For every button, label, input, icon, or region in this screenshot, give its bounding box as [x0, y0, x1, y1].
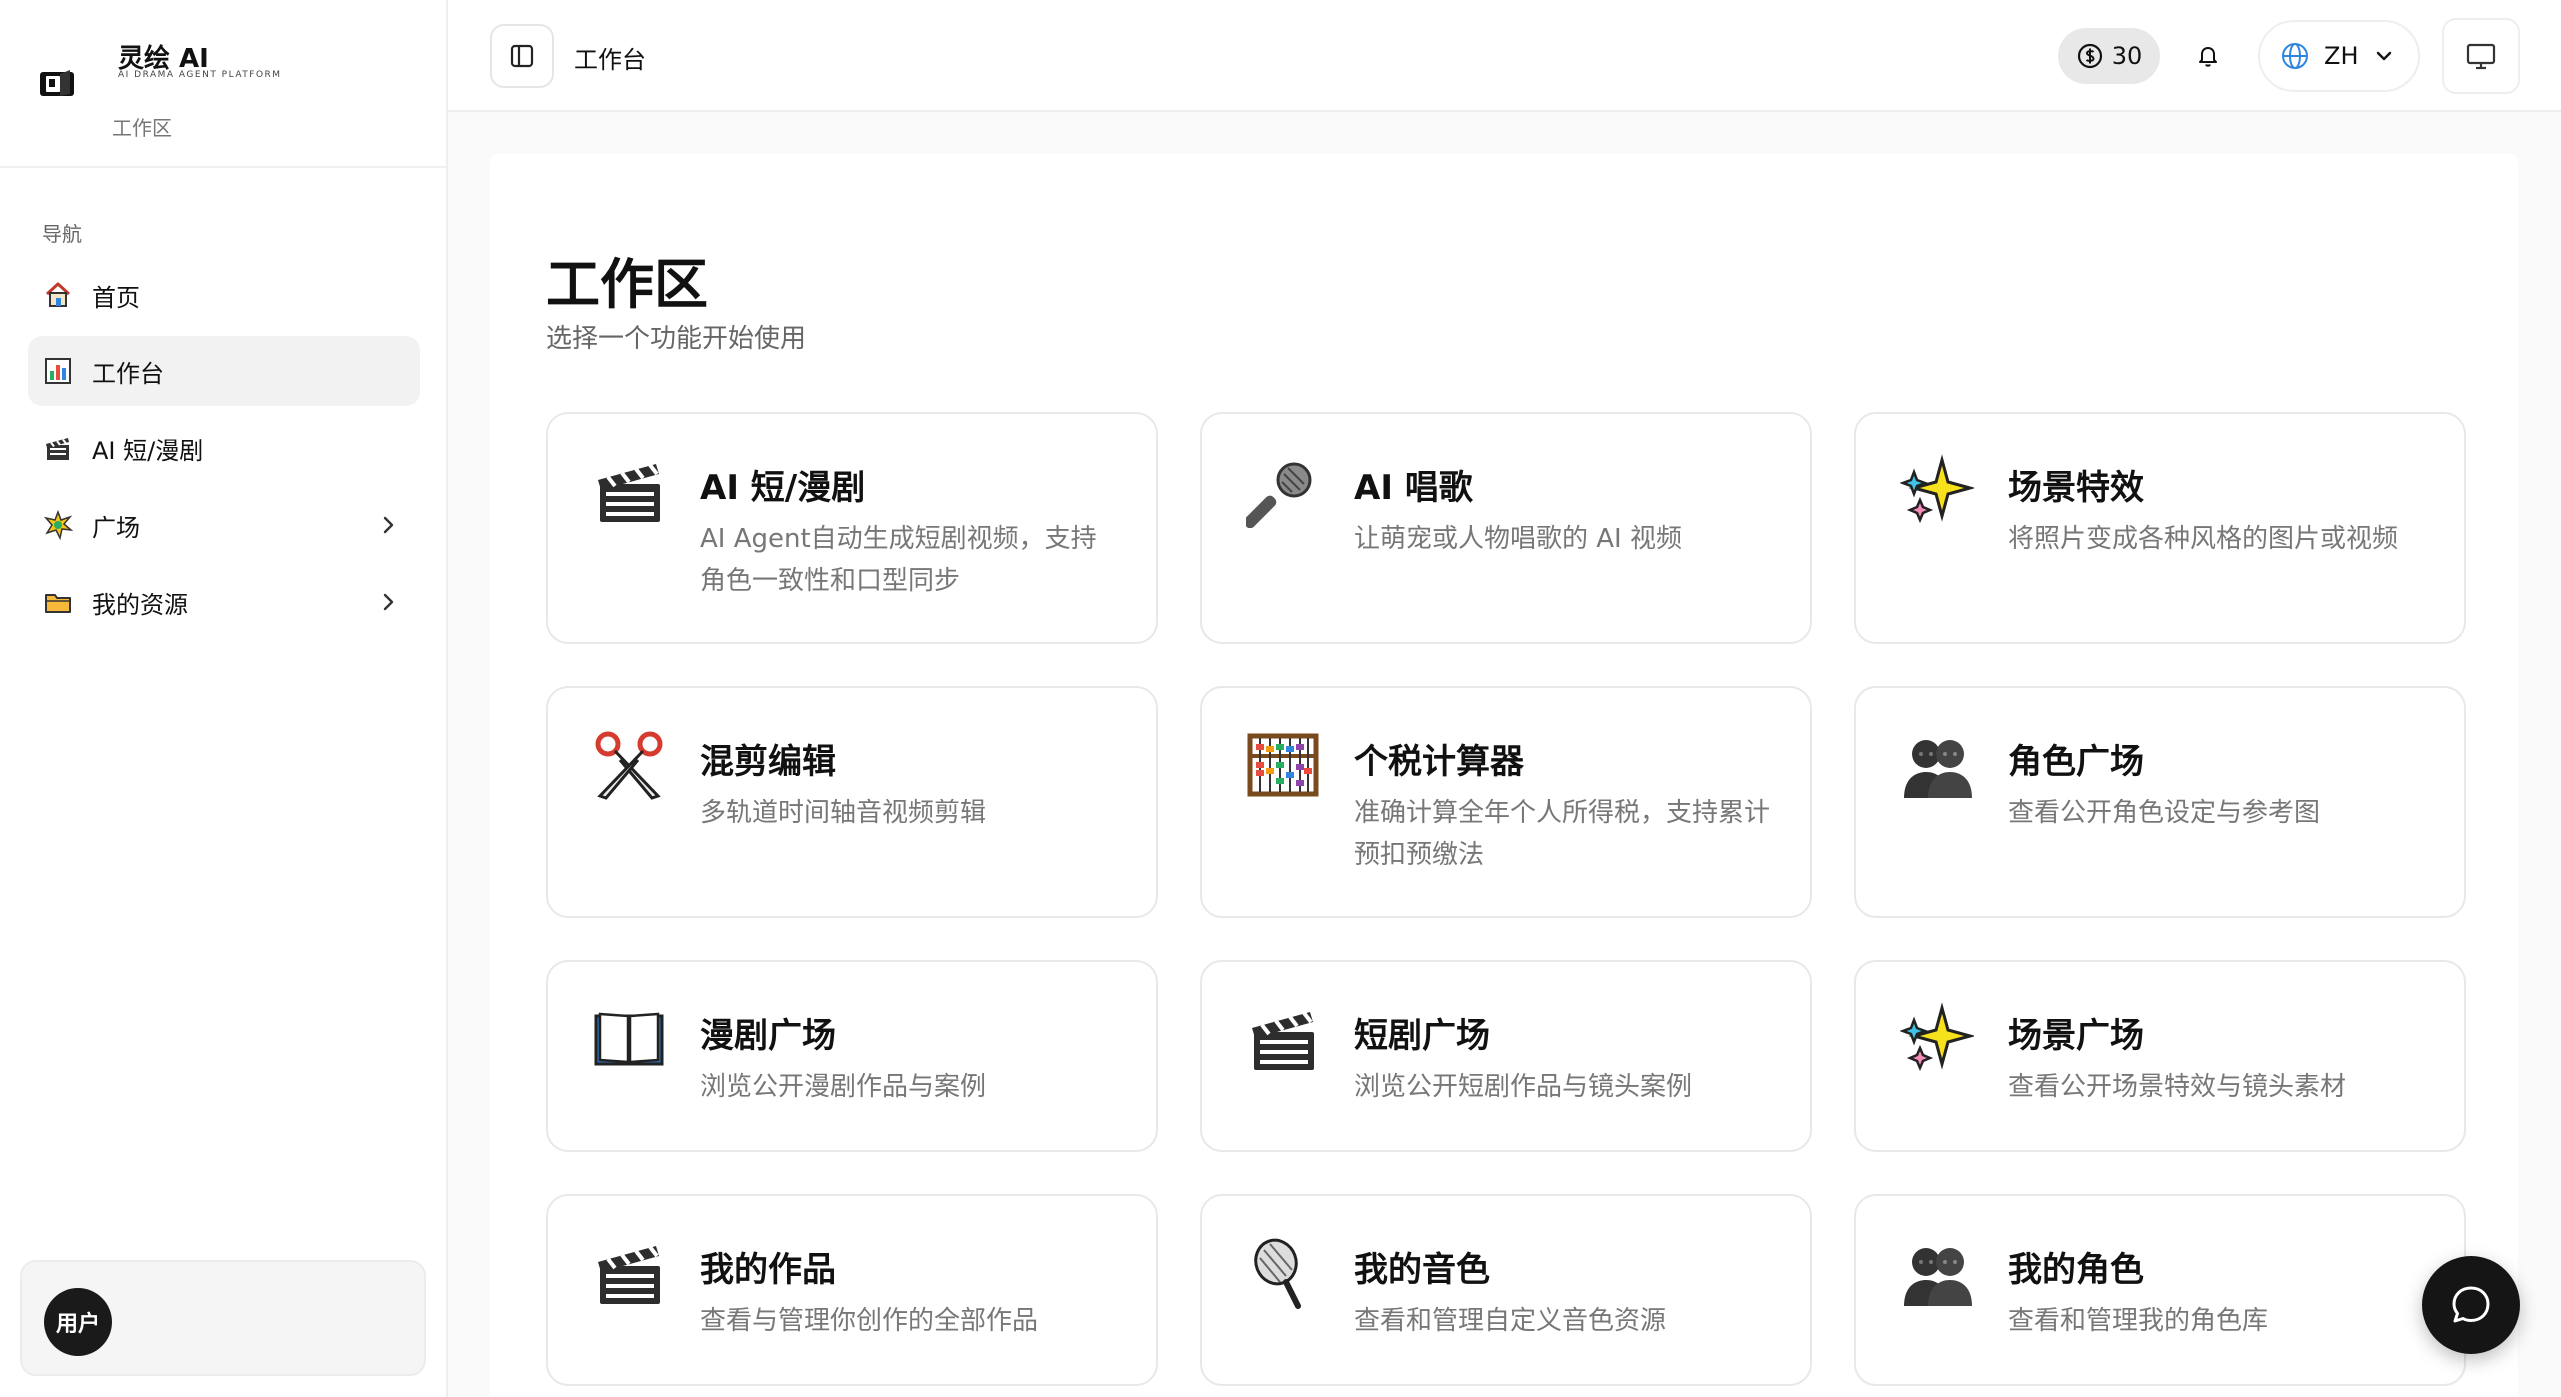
- house-icon: [42, 279, 74, 311]
- card-ai-drama[interactable]: AI 短/漫剧 AI Agent自动生成短剧视频，支持角色一致性和口型同步: [546, 412, 1158, 644]
- card-title: 我的角色: [2008, 1250, 2144, 1290]
- sparkle-burst-icon: [42, 509, 74, 541]
- card-description: 浏览公开短剧作品与镜头案例: [1354, 1072, 1693, 1102]
- card-title: 场景特效: [2008, 468, 2144, 508]
- card-comic-plaza[interactable]: 漫剧广场 浏览公开漫剧作品与案例: [546, 960, 1158, 1152]
- card-title: 漫剧广场: [700, 1016, 836, 1056]
- breadcrumb: 工作台: [574, 46, 646, 74]
- brand-tagline: AI DRAMA AGENT PLATFORM: [118, 70, 282, 80]
- coin-icon: [2077, 43, 2102, 69]
- card-title: 短剧广场: [1354, 1016, 1490, 1056]
- chevron-right-icon: [383, 593, 394, 611]
- studio-mic-icon: [1254, 1238, 1301, 1309]
- card-description: 查看和管理我的角色库: [2008, 1306, 2269, 1336]
- card-title: 我的作品: [700, 1250, 836, 1290]
- book-icon: [594, 1012, 664, 1066]
- card-tax-calculator[interactable]: 个税计算器 准确计算全年个人所得税，支持累计预扣预缴法: [1200, 686, 1812, 918]
- card-description: 让萌宠或人物唱歌的 AI 视频: [1354, 524, 1682, 554]
- sparkles-icon: [1900, 454, 1974, 524]
- nav-heading: 导航: [42, 222, 82, 246]
- card-description: 将照片变成各种风格的图片或视频: [2008, 524, 2399, 554]
- panel-left-icon: [510, 44, 534, 68]
- card-title: AI 短/漫剧: [700, 468, 866, 508]
- clapper-icon: [1252, 1011, 1314, 1070]
- people-icon: [1904, 740, 1972, 798]
- card-title: 场景广场: [2008, 1016, 2144, 1056]
- display-mode-button[interactable]: [2442, 18, 2520, 94]
- clapper-icon: [42, 432, 74, 464]
- sidebar-item-label: 我的资源: [92, 590, 188, 619]
- topbar: 工作台 30 ZH: [448, 0, 2561, 112]
- logo-icon: [40, 70, 74, 96]
- card-description: 查看公开角色设定与参考图: [2008, 798, 2321, 828]
- avatar[interactable]: 用户: [44, 1288, 112, 1356]
- card-short-drama-plaza[interactable]: 短剧广场 浏览公开短剧作品与镜头案例: [1200, 960, 1812, 1152]
- page-title: 工作区: [546, 253, 708, 316]
- globe-icon: [2282, 43, 2308, 69]
- sidebar-item-home[interactable]: 首页: [28, 260, 420, 330]
- card-title: 个税计算器: [1354, 742, 1524, 782]
- page-subtitle: 选择一个功能开始使用: [546, 324, 807, 354]
- sidebar-item-dashboard[interactable]: 工作台: [28, 336, 420, 406]
- sidebar-item-plaza[interactable]: 广场: [28, 490, 420, 560]
- user-card[interactable]: 用户: [20, 1260, 426, 1376]
- clapper-icon: [598, 1245, 660, 1304]
- people-icon: [1904, 1248, 1972, 1306]
- sidebar-item-label: 首页: [92, 283, 140, 312]
- abacus-icon: [1247, 733, 1319, 797]
- sidebar-item-label: 工作台: [92, 359, 164, 388]
- sidebar-item-ai-drama[interactable]: AI 短/漫剧: [28, 413, 420, 483]
- card-description: 查看公开场景特效与镜头素材: [2008, 1072, 2347, 1102]
- chat-button[interactable]: [2422, 1256, 2520, 1354]
- card-title: 混剪编辑: [700, 742, 836, 782]
- folder-icon: [42, 586, 74, 618]
- card-description: 准确计算全年个人所得税，支持累计预扣预缴法: [1354, 798, 1771, 870]
- card-title: 角色广场: [2008, 742, 2144, 782]
- clapper-icon: [598, 463, 660, 522]
- workspace-label: 工作区: [112, 116, 172, 140]
- sidebar-item-label: AI 短/漫剧: [92, 436, 204, 465]
- chevron-down-icon: [2376, 51, 2391, 61]
- monitor-icon: [2466, 43, 2496, 70]
- brand-header: 灵绘 AI AI DRAMA AGENT PLATFORM 工作区: [0, 0, 446, 168]
- card-my-characters[interactable]: 我的角色 查看和管理我的角色库: [1854, 1194, 2466, 1386]
- workspace-panel: 工作区 选择一个功能开始使用 AI 短/漫剧 AI Agent自动生成短剧视频，…: [490, 154, 2518, 1397]
- sidebar-item-label: 广场: [92, 513, 140, 542]
- sparkles-icon: [1900, 1002, 1974, 1072]
- language-selector[interactable]: ZH: [2258, 20, 2420, 92]
- card-title: 我的音色: [1354, 1250, 1490, 1290]
- credits-badge[interactable]: 30: [2058, 28, 2160, 84]
- card-mix-edit[interactable]: 混剪编辑 多轨道时间轴音视频剪辑: [546, 686, 1158, 918]
- card-scene-plaza[interactable]: 场景广场 查看公开场景特效与镜头素材: [1854, 960, 2466, 1152]
- scissors-icon: [595, 731, 663, 800]
- card-character-plaza[interactable]: 角色广场 查看公开角色设定与参考图: [1854, 686, 2466, 918]
- card-description: 浏览公开漫剧作品与案例: [700, 1072, 987, 1102]
- bar-chart-icon: [42, 355, 74, 387]
- card-description: 多轨道时间轴音视频剪辑: [700, 798, 987, 828]
- credits-value: 30: [2111, 42, 2143, 70]
- language-label: ZH: [2324, 42, 2359, 70]
- sidebar-item-my-resources[interactable]: 我的资源: [28, 567, 420, 637]
- card-my-works[interactable]: 我的作品 查看与管理你创作的全部作品: [546, 1194, 1158, 1386]
- sidebar-toggle-button[interactable]: [490, 24, 554, 88]
- card-ai-singing[interactable]: AI 唱歌 让萌宠或人物唱歌的 AI 视频: [1200, 412, 1812, 644]
- chat-bubble-icon: [2452, 1286, 2490, 1323]
- chevron-right-icon: [383, 516, 394, 534]
- sidebar: 灵绘 AI AI DRAMA AGENT PLATFORM 工作区 导航 首页 …: [0, 0, 448, 1397]
- card-scene-effects[interactable]: 场景特效 将照片变成各种风格的图片或视频: [1854, 412, 2466, 644]
- microphone-icon: [1246, 462, 1312, 528]
- card-title: AI 唱歌: [1354, 468, 1473, 508]
- card-description: AI Agent自动生成短剧视频，支持角色一致性和口型同步: [700, 524, 1097, 596]
- bell-icon: [2199, 47, 2217, 67]
- notification-button[interactable]: [2188, 36, 2228, 76]
- card-my-voices[interactable]: 我的音色 查看和管理自定义音色资源: [1200, 1194, 1812, 1386]
- card-description: 查看与管理你创作的全部作品: [700, 1306, 1039, 1336]
- card-description: 查看和管理自定义音色资源: [1354, 1306, 1667, 1336]
